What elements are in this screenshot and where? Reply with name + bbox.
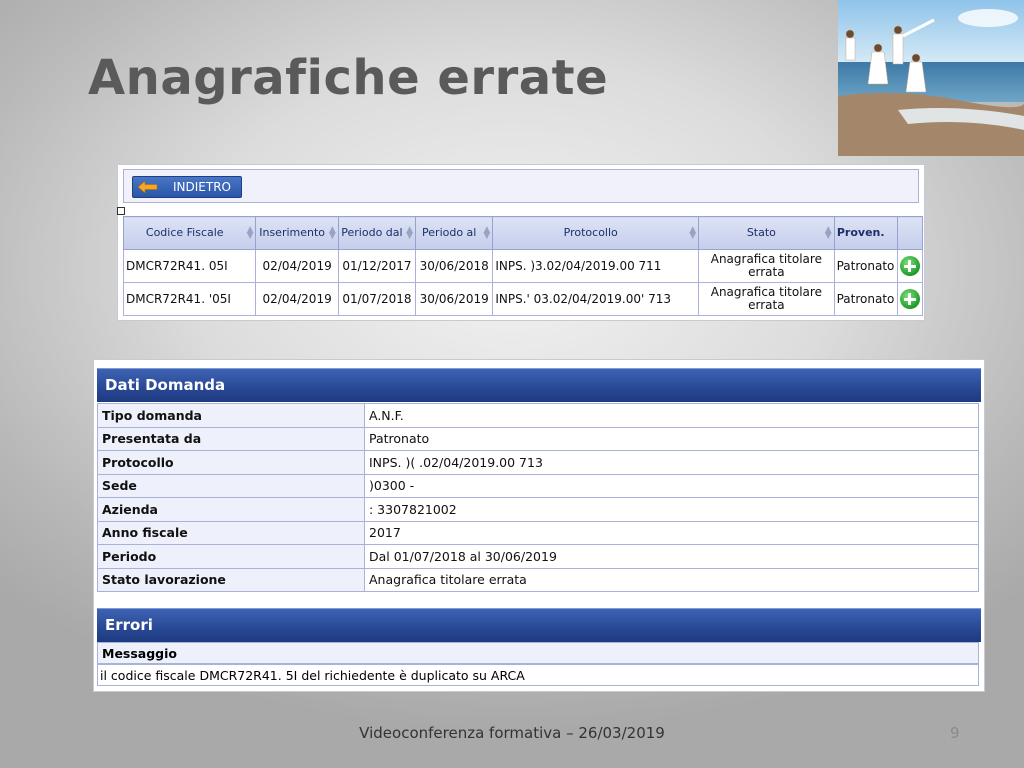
field-value: : 3307821002 [364,497,979,522]
field-row-azienda: Azienda : 3307821002 [97,497,979,522]
field-value: A.N.F. [364,403,979,428]
field-label: Azienda [97,497,365,522]
dati-domanda-heading: Dati Domanda [97,368,981,402]
column-header-inserimento[interactable]: Inserimento ▲ ▼ [255,216,339,250]
back-button[interactable]: INDIETRO [132,176,242,198]
column-header-codice-fiscale[interactable]: Codice Fiscale ▲ ▼ [122,216,257,250]
cell-periodo-dal: 01/12/2017 [337,249,417,283]
field-label: Periodo [97,544,365,569]
field-value: INPS. )( .02/04/2019.00 713 [364,450,979,475]
slide-title: Anagrafiche errate [88,50,609,106]
dati-domanda-panel: Dati Domanda Tipo domanda A.N.F. Present… [93,359,985,692]
dati-domanda-table: Tipo domanda A.N.F. Presentata da Patron… [97,403,979,592]
page-number: 9 [950,724,960,742]
plus-circle-icon[interactable] [899,289,920,309]
column-header-protocollo[interactable]: Protocollo ▲ ▼ [492,216,700,250]
field-value: 2017 [364,520,979,545]
column-header-proven[interactable]: Proven. [833,216,898,250]
sort-icon[interactable]: ▲ ▼ [406,226,413,241]
cell-inserimento: 02/04/2019 [255,249,339,283]
plus-circle-icon[interactable] [899,256,920,276]
column-header-stato[interactable]: Stato ▲ ▼ [698,216,835,250]
field-row-anno-fiscale: Anno fiscale 2017 [97,520,979,545]
error-message: il codice fiscale DMCR72R41. 5I del rich… [97,664,979,686]
table-row[interactable]: DMCR72R41. '05I 02/04/2019 01/07/2018 30… [122,282,924,316]
field-label: Presentata da [97,426,365,451]
column-header-periodo-dal[interactable]: Periodo dal ▲ ▼ [337,216,417,250]
cell-protocollo: INPS.' 03.02/04/2019.00' 713 [492,282,700,316]
back-button-label: INDIETRO [173,180,231,194]
grid-resize-handle [117,207,125,215]
field-label: Sede [97,473,365,498]
field-value: )0300 - [364,473,979,498]
cell-periodo-dal: 01/07/2018 [337,282,417,316]
field-row-protocollo: Protocollo INPS. )( .02/04/2019.00 713 [97,450,979,475]
errori-heading: Errori [97,608,981,642]
field-label: Protocollo [97,450,365,475]
field-row-tipo-domanda: Tipo domanda A.N.F. [97,403,979,428]
cell-inserimento: 02/04/2019 [255,282,339,316]
sort-icon[interactable]: ▲ ▼ [329,226,336,241]
cell-periodo-al: 30/06/2018 [415,249,494,283]
field-value: Patronato [364,426,979,451]
cell-proven: Patronato [833,249,898,283]
sort-icon[interactable]: ▲ ▼ [825,226,832,241]
sort-icon[interactable]: ▲ ▼ [247,226,254,241]
field-row-periodo: Periodo Dal 01/07/2018 al 30/06/2019 [97,544,979,569]
arrow-left-icon [138,181,158,193]
field-label: Anno fiscale [97,520,365,545]
field-row-sede: Sede )0300 - [97,473,979,498]
slide-footer: Videoconferenza formativa – 26/03/2019 [359,724,665,742]
beach-family-photo [838,0,1024,156]
messaggio-label: Messaggio [97,642,979,664]
sort-icon[interactable]: ▲ ▼ [689,226,696,241]
cell-stato: Anagrafica titolare errata [698,282,835,316]
cell-action [896,282,924,316]
column-header-actions [896,216,924,250]
table-row[interactable]: DMCR72R41. 05I 02/04/2019 01/12/2017 30/… [122,249,924,283]
cell-codice-fiscale: DMCR72R41. 05I [122,249,257,283]
field-value: Anagrafica titolare errata [364,567,979,592]
field-row-presentata-da: Presentata da Patronato [97,426,979,451]
cell-periodo-al: 30/06/2019 [415,282,494,316]
cell-proven: Patronato [833,282,898,316]
field-row-stato-lavorazione: Stato lavorazione Anagrafica titolare er… [97,567,979,592]
cell-stato: Anagrafica titolare errata [698,249,835,283]
cell-codice-fiscale: DMCR72R41. '05I [122,282,257,316]
field-label: Tipo domanda [97,403,365,428]
cell-protocollo: INPS. )3.02/04/2019.00 711 [492,249,700,283]
grid-toolbar: INDIETRO [123,169,919,203]
pratiche-table: Codice Fiscale ▲ ▼ Inserimento ▲ ▼ Periodo… [122,216,924,316]
column-header-periodo-al[interactable]: Periodo al ▲ ▼ [415,216,494,250]
field-value: Dal 01/07/2018 al 30/06/2019 [364,544,979,569]
sort-icon[interactable]: ▲ ▼ [483,226,490,241]
field-label: Stato lavorazione [97,567,365,592]
pratiche-grid-panel: INDIETRO Codice Fiscale ▲ ▼ Inserimento ▲… [117,164,925,321]
cell-action [896,249,924,283]
